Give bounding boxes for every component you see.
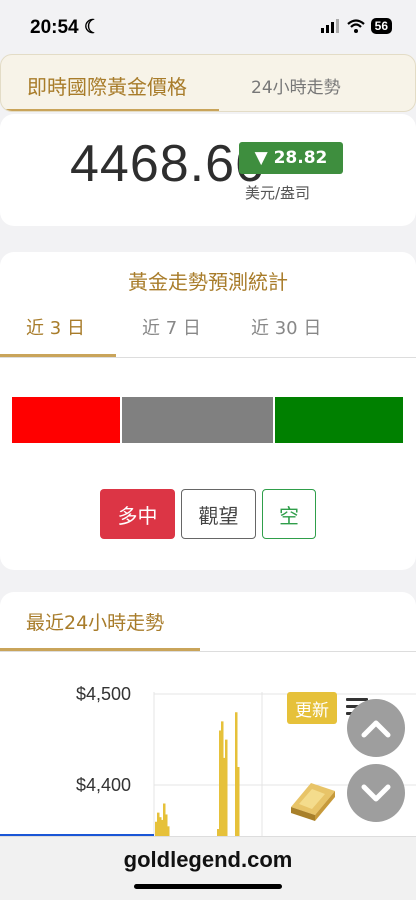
- vote-long-button[interactable]: 多中: [100, 489, 175, 539]
- chevron-down-icon: [361, 784, 391, 802]
- vote-wait-button[interactable]: 觀望: [181, 489, 256, 539]
- chevron-up-icon: [361, 720, 391, 738]
- period-tab-30d[interactable]: 近 30 日: [251, 314, 321, 340]
- status-bar: 20:54 ☾ 56: [0, 0, 416, 54]
- price-tabs: 即時國際黃金價格 24小時走勢: [0, 54, 416, 112]
- period-tab-3d[interactable]: 近 3 日: [26, 314, 85, 340]
- scroll-up-button[interactable]: [347, 699, 405, 757]
- home-indicator: [134, 884, 282, 889]
- gold-price-value: 4468.66: [70, 135, 265, 193]
- y-tick-label: $4,400: [76, 775, 132, 795]
- price-card: 4468.66 ▼ 28.82 美元/盎司: [0, 114, 416, 226]
- url-text[interactable]: goldlegend.com: [0, 847, 416, 873]
- status-icons: 56: [320, 18, 392, 34]
- forecast-title: 黃金走勢預測統計: [128, 270, 288, 294]
- tab-24h-trend[interactable]: 24小時走勢: [251, 73, 341, 98]
- wifi-icon: [346, 19, 365, 33]
- period-tab-7d[interactable]: 近 7 日: [142, 314, 201, 340]
- cellular-signal-icon: [320, 19, 339, 33]
- status-time: 20:54 ☾: [30, 17, 101, 38]
- gold-bar-icon: [291, 783, 335, 821]
- price-change-badge: ▼ 28.82: [239, 142, 343, 174]
- distribution-segment: [122, 397, 274, 443]
- distribution-segment: [12, 397, 121, 443]
- battery-icon: 56: [370, 18, 392, 34]
- scroll-down-button[interactable]: [347, 764, 405, 822]
- tab-active-underline: [1, 109, 219, 111]
- browser-url-bar[interactable]: goldlegend.com: [0, 836, 416, 900]
- distribution-segment: [275, 397, 403, 443]
- forecast-distribution-bar: [12, 397, 403, 443]
- vote-short-button[interactable]: 空: [262, 489, 316, 539]
- forecast-card: 黃金走勢預測統計 近 3 日 近 7 日 近 30 日 多中 觀望 空: [0, 252, 416, 570]
- price-unit: 美元/盎司: [245, 184, 311, 202]
- update-button[interactable]: 更新: [287, 692, 337, 724]
- period-divider: [0, 357, 416, 358]
- tab-realtime-price[interactable]: 即時國際黃金價格: [27, 71, 187, 100]
- y-tick-label: $4,500: [76, 684, 132, 704]
